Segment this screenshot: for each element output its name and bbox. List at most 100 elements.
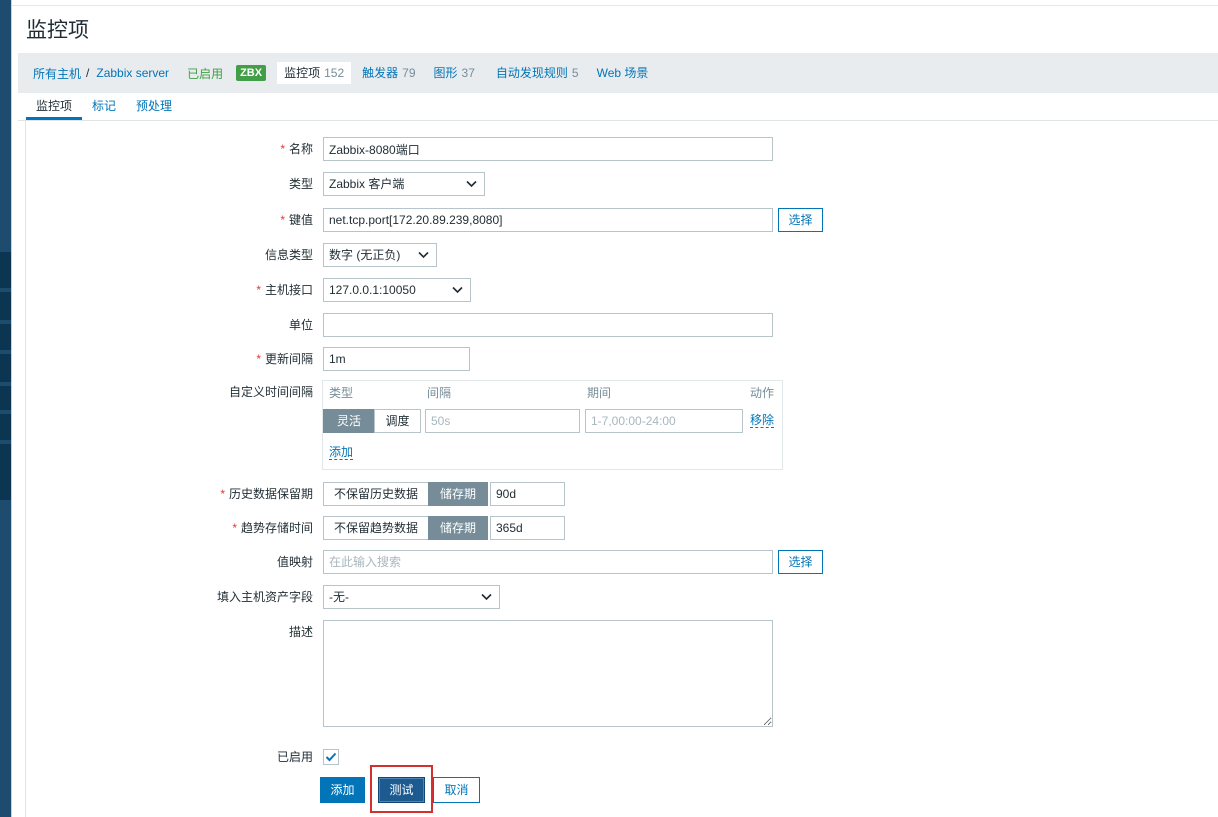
check-icon [325,752,337,762]
trends-storage-period-option[interactable]: 储存期 [428,516,488,540]
host-status-enabled[interactable]: 已启用 [187,65,223,82]
column-header-period: 期间 [587,386,612,400]
column-header-interval: 间隔 [427,386,452,400]
enabled-checkbox[interactable] [323,749,339,765]
label-text: 主机接口 [264,283,313,297]
value-type-select[interactable]: 数字 (无正负) [323,243,437,267]
header-divider [12,5,1218,6]
history-input[interactable] [490,482,565,506]
type-label: 类型 [288,177,313,191]
label-text: 键值 [288,213,313,227]
enabled-label: 已启用 [276,750,313,764]
host-navigation-bar: 所有主机 / Zabbix server 已启用 ZBX 监控项 152 触发器 7… [18,53,1218,93]
trends-do-not-keep-option[interactable]: 不保留趋势数据 [323,516,429,540]
sidebar-menu-item[interactable] [0,414,11,440]
inventory-select[interactable]: -无- [323,585,500,609]
interval-input[interactable] [425,409,580,433]
column-header-action: 动作 [750,386,775,400]
inventory-row: 填入主机资产字段 -无- [0,585,1218,609]
delay-label: * 更新间隔 [0,347,313,371]
units-row: 单位 [0,313,1218,337]
nav-tab-label: Web 场景 [596,66,649,80]
nav-tab-web-scenarios[interactable]: Web 场景 [597,62,649,84]
key-label: * 键值 [0,208,313,232]
history-storage-period-option[interactable]: 储存期 [428,482,488,506]
name-input[interactable] [323,137,773,161]
nav-tab-label: 触发器 [362,66,399,80]
tab-tags[interactable]: 标记 [82,95,126,120]
label-text: 名称 [288,142,313,156]
required-mark: * [256,352,261,366]
type-select[interactable]: Zabbix 客户端 [323,172,485,196]
zbx-availability-badge: ZBX [236,65,267,81]
cancel-button[interactable]: 取消 [433,777,480,803]
type-row: 类型 Zabbix 客户端 [0,172,1218,196]
history-label: * 历史数据保留期 [0,482,313,506]
key-select-button[interactable]: 选择 [778,208,823,232]
required-mark: * [232,521,237,535]
chevron-down-icon [481,593,492,601]
required-mark: * [280,213,285,227]
history-do-not-keep-option[interactable]: 不保留历史数据 [323,482,429,506]
units-label: 单位 [288,318,313,332]
description-textarea[interactable] [323,620,773,727]
period-input[interactable] [585,409,743,433]
name-label: * 名称 [0,137,313,161]
add-interval-link[interactable]: 添加 [329,445,354,460]
trends-input[interactable] [490,516,565,540]
sidebar [0,0,12,817]
interval-type-flexible[interactable]: 灵活 [323,409,375,433]
breadcrumb-host[interactable]: Zabbix server [96,66,169,80]
custom-intervals-table: 类型 间隔 期间 动作 灵活 调度 移除 添加 [322,380,783,470]
breadcrumb-all-hosts[interactable]: 所有主机 [33,65,81,82]
nav-tab-triggers[interactable]: 触发器 79 [362,62,415,84]
value-type-row: 信息类型 数字 (无正负) [0,243,1218,267]
nav-tab-count: 37 [461,66,475,80]
nav-tab-label: 自动发现规则 [495,66,568,80]
valuemap-label: 值映射 [276,555,313,569]
units-input[interactable] [323,313,773,337]
nav-tab-count: 152 [324,66,345,80]
highlight-box [370,765,433,813]
form-buttons: 添加 测试 取消 [0,777,1218,803]
interface-label: * 主机接口 [0,278,313,302]
name-row: * 名称 [0,137,1218,161]
custom-intervals-label: 自定义时间间隔 [228,385,313,399]
chevron-down-icon [466,180,477,188]
delay-input[interactable] [323,347,470,371]
value-type-label: 信息类型 [264,248,313,262]
tab-item[interactable]: 监控项 [26,95,83,120]
interface-select[interactable]: 127.0.0.1:10050 [323,278,471,302]
nav-tab-count: 79 [402,66,416,80]
remove-interval-link[interactable]: 移除 [750,413,775,428]
chevron-down-icon [418,251,429,259]
nav-tab-label: 图形 [433,66,458,80]
valuemap-search-input[interactable] [323,550,773,574]
value-type-select-value: 数字 (无正负) [329,248,401,262]
label-text: 更新间隔 [264,352,313,366]
add-button[interactable]: 添加 [320,777,365,803]
nav-tab-label: 监控项 [284,66,321,80]
trends-label: * 趋势存储时间 [0,516,313,540]
description-label: 描述 [288,625,313,639]
form-tabs: 监控项 标记 预处理 [26,95,182,120]
chevron-down-icon [452,286,463,294]
page-title: 监控项 [26,19,89,42]
nav-tab-items[interactable]: 监控项 152 [277,62,352,84]
delay-row: * 更新间隔 [0,347,1218,371]
interface-row: * 主机接口 127.0.0.1:10050 [0,278,1218,302]
interval-type-scheduling[interactable]: 调度 [374,409,421,433]
tab-preprocessing[interactable]: 预处理 [126,95,182,120]
nav-tab-discovery-rules[interactable]: 自动发现规则 5 [496,62,579,84]
required-mark: * [220,487,225,501]
label-text: 趋势存储时间 [240,521,313,535]
label-text: 历史数据保留期 [228,487,313,501]
type-select-value: Zabbix 客户端 [329,177,405,191]
valuemap-select-button[interactable]: 选择 [778,550,823,574]
nav-tab-graphs[interactable]: 图形 37 [434,62,475,84]
inventory-label: 填入主机资产字段 [216,590,313,604]
key-input[interactable] [323,208,773,232]
trends-row: * 趋势存储时间 不保留趋势数据 储存期 [0,516,1218,540]
required-mark: * [280,142,285,156]
interface-select-value: 127.0.0.1:10050 [329,283,416,297]
